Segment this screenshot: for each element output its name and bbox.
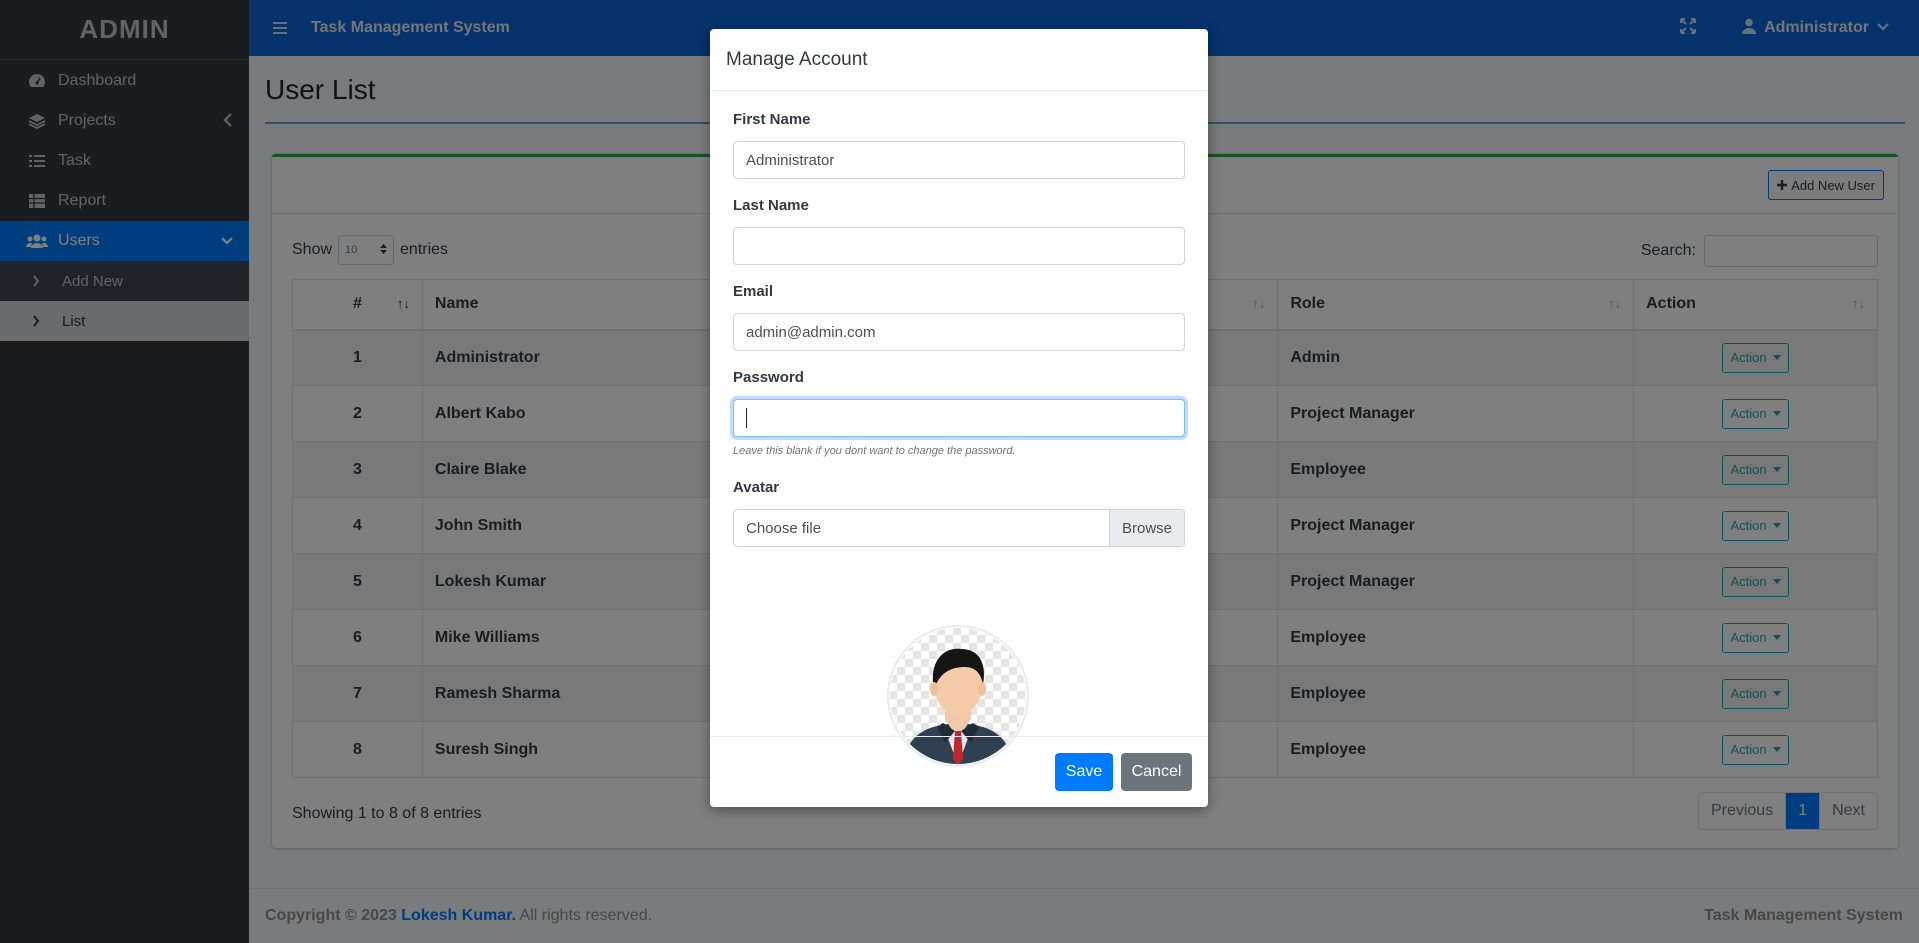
last-name-label: Last Name xyxy=(733,197,809,214)
first-name-label: First Name xyxy=(733,111,811,128)
last-name-group: Last Name xyxy=(733,197,1185,265)
cancel-button[interactable]: Cancel xyxy=(1121,753,1192,791)
email-group: Email admin@admin.com xyxy=(733,283,1185,351)
modal-body: First Name Administrator Last Name Email… xyxy=(710,91,1208,767)
manage-account-modal: Manage Account First Name Administrator … xyxy=(710,29,1208,807)
email-field[interactable]: admin@admin.com xyxy=(733,313,1185,351)
first-name-group: First Name Administrator xyxy=(733,111,1185,179)
modal-footer: Save Cancel xyxy=(710,736,1208,807)
last-name-field[interactable] xyxy=(733,227,1185,265)
modal-title: Manage Account xyxy=(710,29,1208,91)
first-name-field[interactable]: Administrator xyxy=(733,141,1185,179)
password-field[interactable] xyxy=(733,399,1185,437)
email-label: Email xyxy=(733,283,774,300)
password-group: Password Leave this blank if you dont wa… xyxy=(733,369,1185,457)
avatar-label: Avatar xyxy=(733,479,780,496)
file-input-placeholder: Choose file xyxy=(746,519,822,537)
password-hint: Leave this blank if you dont want to cha… xyxy=(733,445,1016,457)
save-button[interactable]: Save xyxy=(1055,753,1113,791)
password-label: Password xyxy=(733,369,804,386)
browse-button[interactable]: Browse xyxy=(1109,510,1184,546)
avatar-file-input[interactable]: Choose file Browse xyxy=(733,509,1185,547)
avatar-group: Avatar Choose file Browse xyxy=(733,479,1185,547)
text-cursor xyxy=(746,408,747,428)
